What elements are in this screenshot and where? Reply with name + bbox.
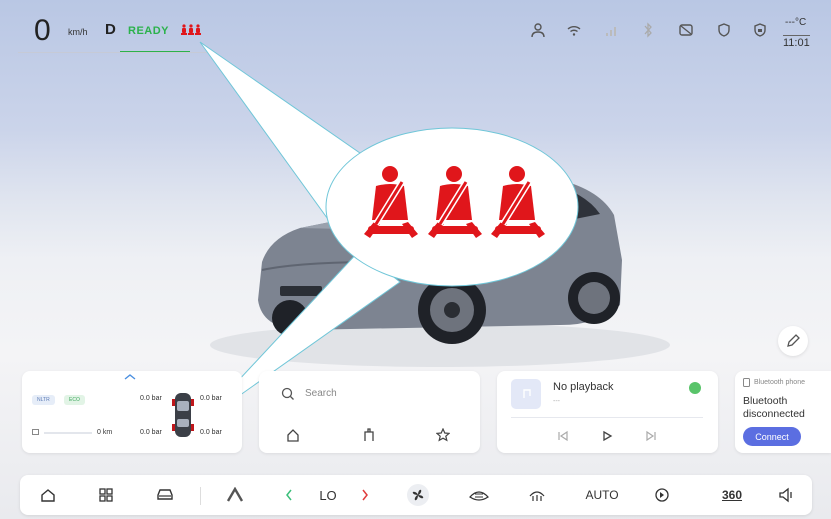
home-icon	[41, 489, 55, 502]
seatbelt-warning-icon	[491, 166, 545, 238]
windshield-defrost-icon	[469, 491, 489, 501]
temp-down-button[interactable]	[282, 485, 296, 505]
range-readout: 0 km	[97, 429, 113, 436]
temp-up-button[interactable]	[358, 485, 372, 505]
media-subtitle: ---	[553, 398, 560, 405]
speaker-icon	[779, 487, 792, 503]
seatbelt-warning-icon	[364, 166, 418, 238]
air-circulation-button[interactable]	[652, 485, 672, 505]
phone-icon	[743, 378, 750, 387]
chevron-up-icon[interactable]	[124, 374, 136, 380]
fan-button[interactable]	[405, 484, 431, 506]
volume-button[interactable]	[776, 485, 798, 505]
mode-badge: ECO	[64, 395, 85, 405]
music-note-icon	[523, 389, 531, 398]
climate-temperature: LO	[319, 487, 337, 503]
bluetooth-header: Bluetooth phone	[754, 379, 805, 386]
next-track-icon[interactable]	[645, 430, 657, 442]
vehicle-status-card[interactable]: NLTR ECO 0 km 0.0 bar 0.0 bar 0.0 bar 0.…	[22, 371, 242, 453]
tire-pressure-front-right: 0.0 bar	[200, 395, 222, 402]
battery-icon	[32, 429, 39, 435]
tire-pressure-rear-right: 0.0 bar	[200, 429, 222, 436]
play-icon[interactable]	[601, 430, 613, 442]
rear-defrost-icon	[529, 491, 545, 501]
tire-pressure-front-left: 0.0 bar	[140, 395, 162, 402]
home-destination-icon[interactable]	[286, 428, 300, 442]
bluetooth-card[interactable]: Bluetooth phone Bluetooth disconnected C…	[735, 371, 831, 453]
defrost-front-button[interactable]	[467, 485, 491, 505]
bluetooth-status: Bluetooth	[743, 395, 788, 407]
brand-button[interactable]	[224, 485, 246, 505]
camera-360-button[interactable]: 360	[717, 485, 747, 505]
search-input[interactable]: Search	[305, 388, 337, 399]
navigation-card[interactable]: Search	[259, 371, 480, 453]
media-title: No playback	[553, 381, 614, 393]
search-icon	[281, 387, 294, 400]
progress-bar	[511, 417, 703, 418]
work-destination-icon[interactable]	[362, 428, 376, 442]
tire-pressure-rear-left: 0.0 bar	[140, 429, 162, 436]
car-top-view-icon	[172, 393, 194, 437]
bottom-dock: LO AUTO 360	[20, 475, 812, 515]
defrost-rear-button[interactable]	[526, 485, 548, 505]
dock-divider	[200, 487, 201, 505]
home-button[interactable]	[38, 485, 58, 505]
chevron-right-icon	[362, 489, 368, 501]
vehicle-button[interactable]	[154, 485, 176, 505]
range-bar	[44, 432, 92, 434]
edit-icon	[787, 334, 800, 347]
media-card[interactable]: No playback ---	[497, 371, 718, 453]
fan-icon	[407, 484, 429, 506]
chevron-left-icon	[286, 489, 292, 501]
climate-auto-button[interactable]: AUTO	[583, 485, 621, 505]
connect-button[interactable]: Connect	[743, 427, 801, 446]
spotify-icon	[689, 382, 701, 394]
apps-grid-icon	[99, 488, 113, 502]
customize-button[interactable]	[778, 326, 808, 356]
bluetooth-status-detail: disconnected	[743, 408, 805, 420]
mode-badge: NLTR	[32, 395, 55, 405]
air-circulation-icon	[655, 488, 669, 502]
favorites-star-icon[interactable]	[436, 428, 450, 442]
brand-logo-icon	[226, 487, 244, 502]
seatbelt-warning-icon	[427, 166, 482, 238]
previous-track-icon[interactable]	[557, 430, 569, 442]
car-icon	[157, 489, 173, 500]
apps-button[interactable]	[96, 485, 116, 505]
album-art	[511, 379, 541, 409]
